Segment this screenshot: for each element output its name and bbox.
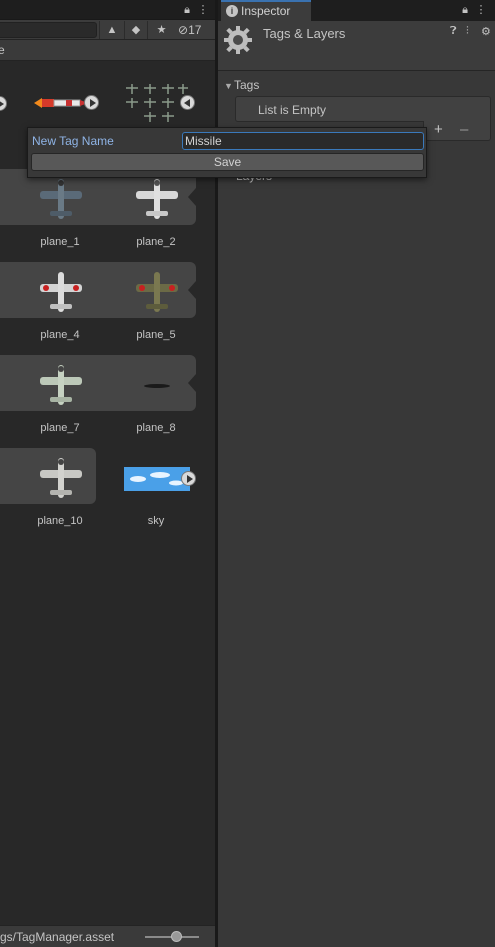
plane-thumbnail [35,267,87,319]
asset-label: plane_7 [40,422,80,434]
asset-label: plane_4 [40,329,80,341]
group-arrow [188,188,196,206]
new-tag-popup: New Tag Name Save [27,127,427,178]
list-footer: + – [423,121,491,141]
tags-foldout[interactable]: ▼Tags [224,78,259,92]
new-tag-name-input[interactable] [182,132,424,150]
hidden-packages-count[interactable]: ⊘17 [178,21,201,39]
inspector-header: i Inspector 🔒︎ ⋮ [218,0,495,21]
lock-icon[interactable]: 🔒︎ [458,3,472,17]
tags-list: List is Empty [235,96,491,122]
info-icon: i [226,5,238,17]
new-tag-name-label: New Tag Name [32,134,114,148]
expand-play-button[interactable] [84,95,99,110]
asset-label: plane_2 [136,236,176,248]
search-by-label-icon[interactable]: ◆ [124,21,147,39]
project-panel-header: 🔒︎ ⋮ [0,0,215,20]
eye-hidden-icon: ⊘ [178,23,189,37]
plane-thumbnail [131,360,183,412]
tab-inspector[interactable]: i Inspector [221,0,311,21]
tab-label: Inspector [241,4,291,18]
plane-thumbnail [131,174,183,226]
asset-label: plane_10 [37,515,83,527]
plane-sheet-asset[interactable] [122,80,195,124]
empty-list-text: List is Empty [258,103,327,117]
breadcrumb-fragment[interactable]: e [0,43,5,57]
presets-icon[interactable]: ⫶ [466,25,469,38]
search-by-type-icon[interactable]: ▲ [99,21,124,39]
favorite-star-icon[interactable]: ★ [147,21,175,39]
asset-label: plane_5 [136,329,176,341]
inspector-title: Tags & Layers [263,26,346,41]
asset-label: sky [147,515,165,527]
tags-section-label: Tags [234,78,260,92]
help-icon[interactable]: ❓︎ [450,25,457,38]
rocket-asset[interactable] [32,91,102,115]
partial-play-button[interactable] [0,96,7,111]
group-arrow [188,374,196,392]
add-tag-button[interactable]: + [434,121,443,139]
plane-thumbnail [35,174,87,226]
asset-label: plane_1 [40,236,80,248]
project-footer: gs/TagManager.asset [0,925,215,947]
search-input[interactable] [0,22,97,38]
more-options-icon[interactable]: ⋮ [474,3,488,17]
zoom-slider-handle[interactable] [171,931,182,942]
plane-thumbnail [131,267,183,319]
inspector-title-bar: Tags & Layers ❓︎ ⫶ ⚙︎ [218,21,495,71]
plane-thumbnail [35,360,87,412]
gear-icon [224,26,252,54]
asset-label: plane_8 [136,422,176,434]
expand-play-button[interactable] [181,471,196,486]
collapse-button[interactable] [180,95,195,110]
breadcrumb: e [0,40,215,61]
foldout-arrow-icon: ▼ [224,81,233,91]
settings-gear-icon[interactable]: ⚙︎ [481,25,491,38]
asset-grid: plane_1 plane_2 plane_4 plane_5 plane_7 … [0,61,215,925]
lock-icon[interactable]: 🔒︎ [180,3,194,17]
remove-tag-button[interactable]: – [460,121,468,139]
more-options-icon[interactable]: ⋮ [196,3,210,17]
selected-asset-path: gs/TagManager.asset [0,930,115,944]
project-toolbar: ▲ ◆ ★ ⊘17 [0,20,215,40]
group-arrow [188,281,196,299]
save-button[interactable]: Save [31,153,424,171]
plane-thumbnail [35,453,87,505]
